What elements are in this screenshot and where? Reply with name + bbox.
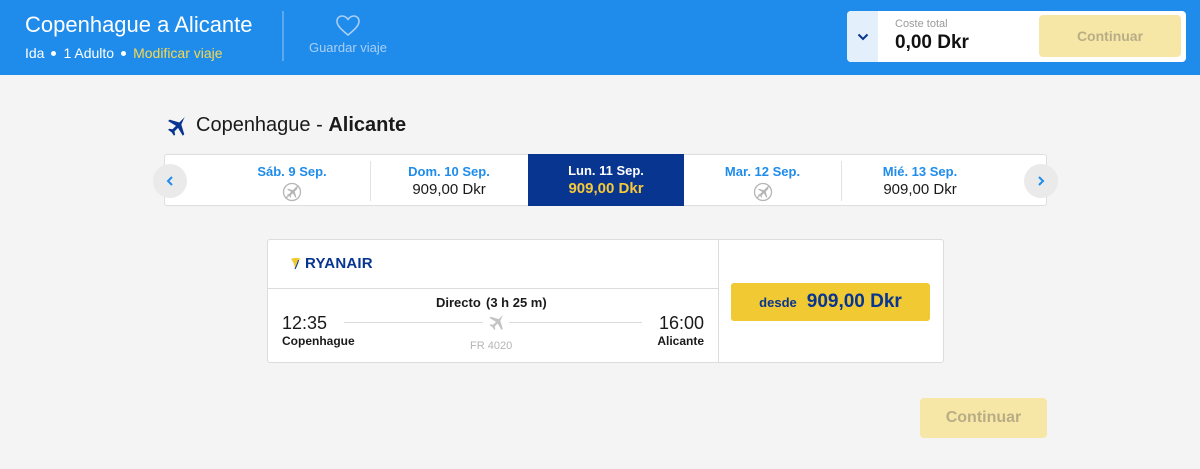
date-option-0[interactable]: Sáb. 9 Sep. <box>215 155 369 205</box>
route-destination: Alicante <box>328 114 407 136</box>
top-header: Copenhague a Alicante Ida 1 Adulto Modif… <box>0 0 1200 75</box>
flight-number: FR 4020 <box>470 340 513 352</box>
chevron-right-icon <box>1038 176 1045 186</box>
date-label: Dom. 10 Sep. <box>408 164 490 179</box>
no-flight-icon <box>753 182 772 202</box>
passenger-count: 1 Adulto <box>63 45 115 61</box>
departure-time: 12:35 <box>282 313 328 333</box>
cost-label: Coste total <box>895 18 948 30</box>
bullet-separator <box>51 50 57 56</box>
route-plane <box>483 313 509 336</box>
modify-trip-link[interactable]: Modificar viaje <box>133 45 222 61</box>
header-continue-button[interactable]: Continuar <box>1039 15 1181 57</box>
date-price: 909,00 Dkr <box>568 180 644 197</box>
date-option-4[interactable]: Mié. 13 Sep. 909,00 Dkr <box>842 155 998 205</box>
continue-button[interactable]: Continuar <box>920 398 1047 438</box>
date-option-3[interactable]: Mar. 12 Sep. <box>685 155 840 205</box>
heart-icon <box>336 15 360 37</box>
date-option-2-selected[interactable]: Lun. 11 Sep. 909,00 Dkr <box>528 154 684 206</box>
arrival-time: 16:00 <box>658 313 704 333</box>
flight-duration: (3 h 25 m) <box>486 295 547 310</box>
chevron-left-icon <box>166 176 173 186</box>
airline-name: RYANAIR <box>305 255 373 272</box>
header-divider <box>282 11 284 61</box>
save-trip-button[interactable]: Guardar viaje <box>300 14 396 55</box>
airline-logo: RYANAIR <box>290 255 373 272</box>
airline-row: RYANAIR <box>268 240 718 289</box>
page-title: Copenhague a Alicante <box>25 12 253 37</box>
flight-details: RYANAIR Directo (3 h 25 m) 12:35 Copenha… <box>268 240 719 362</box>
trip-type: Ida <box>25 45 45 61</box>
fare-price: 909,00 Dkr <box>806 291 902 312</box>
chevron-down-icon <box>857 33 868 40</box>
bullet-separator <box>121 50 127 56</box>
save-trip-label: Guardar viaje <box>308 40 388 55</box>
cost-toggle-button[interactable] <box>847 11 878 62</box>
date-price: 909,00 Dkr <box>883 181 957 198</box>
no-flight-icon <box>282 182 302 202</box>
harp-icon <box>291 257 301 270</box>
date-label: Lun. 11 Sep. <box>568 163 644 178</box>
prev-dates-button[interactable] <box>153 164 187 198</box>
price-prefix: desde <box>759 294 797 310</box>
date-carousel: Sáb. 9 Sep. Dom. 10 Sep. 909,00 Dkr Lun.… <box>153 154 1058 206</box>
date-label: Sáb. 9 Sep. <box>257 164 327 179</box>
date-label: Mar. 12 Sep. <box>724 164 801 179</box>
select-fare-button[interactable]: desde 909,00 Dkr <box>731 283 930 321</box>
airplane-icon <box>489 314 504 330</box>
flight-type: Directo <box>436 295 481 310</box>
flight-card[interactable]: RYANAIR Directo (3 h 25 m) 12:35 Copenha… <box>267 239 944 363</box>
departure-city: Copenhague <box>282 334 355 348</box>
cost-value: 0,00 Dkr <box>895 32 969 53</box>
date-label: Mié. 13 Sep. <box>882 164 958 179</box>
trip-summary: Ida 1 Adulto Modificar viaje <box>25 45 223 61</box>
date-option-1[interactable]: Dom. 10 Sep. 909,00 Dkr <box>371 155 527 205</box>
route-heading: Copenhague - Alicante <box>165 114 406 137</box>
date-price: 909,00 Dkr <box>412 181 486 198</box>
route-separator: - <box>310 114 329 136</box>
next-dates-button[interactable] <box>1024 164 1058 198</box>
route-origin: Copenhague <box>196 114 311 136</box>
airplane-icon <box>168 116 185 136</box>
cost-summary: Coste total 0,00 Dkr Continuar <box>847 11 1186 62</box>
arrival-city: Alicante <box>657 334 704 348</box>
